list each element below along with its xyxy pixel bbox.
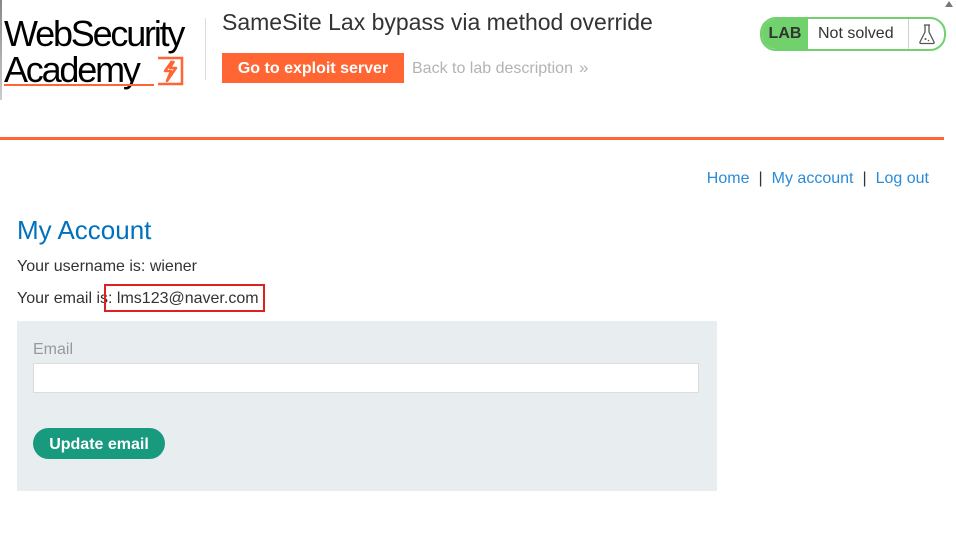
lab-title: SameSite Lax bypass via method override [222, 9, 653, 35]
email-label: Email [33, 341, 74, 358]
lab-status-text: Not solved [818, 25, 894, 42]
double-chevron-right-icon: » [578, 58, 589, 77]
lab-header: WebSecurity Academy SameSite Lax bypass … [0, 0, 946, 140]
lab-status-widget: LAB Not solved [760, 17, 946, 51]
flask-icon [919, 24, 935, 45]
nav-home-link[interactable]: Home [707, 170, 750, 187]
email-info-prefix: Your email is: [17, 290, 117, 307]
back-to-lab-description-link[interactable]: Back to lab description » [412, 58, 588, 78]
go-to-exploit-server-button[interactable]: Go to exploit server [222, 53, 404, 83]
logo-text-line1: WebSecurity [4, 13, 185, 54]
nav-my-account-link[interactable]: My account [772, 170, 854, 187]
change-email-form: Email Update email [17, 321, 717, 491]
nav-log-out-link[interactable]: Log out [876, 170, 929, 187]
nav-separator: | [862, 170, 867, 187]
page: WebSecurity Academy SameSite Lax bypass … [0, 0, 956, 537]
email-input[interactable] [33, 363, 699, 393]
lightning-bolt-icon [158, 56, 184, 86]
page-heading: My Account [17, 215, 152, 245]
account-nav: Home | My account | Log out [707, 170, 929, 188]
lab-flask-button[interactable] [908, 19, 944, 49]
lab-badge: LAB [762, 19, 808, 49]
back-link-label: Back to lab description [412, 60, 573, 77]
academy-logo[interactable]: WebSecurity Academy [4, 13, 204, 90]
update-email-button[interactable]: Update email [33, 428, 165, 459]
logo-underline [4, 84, 154, 86]
nav-separator: | [758, 170, 763, 187]
email-highlight-annotation [104, 284, 265, 312]
scroll-up-arrow-icon[interactable] [944, 0, 954, 8]
header-divider [205, 18, 206, 80]
username-info: Your username is: wiener [17, 258, 197, 275]
